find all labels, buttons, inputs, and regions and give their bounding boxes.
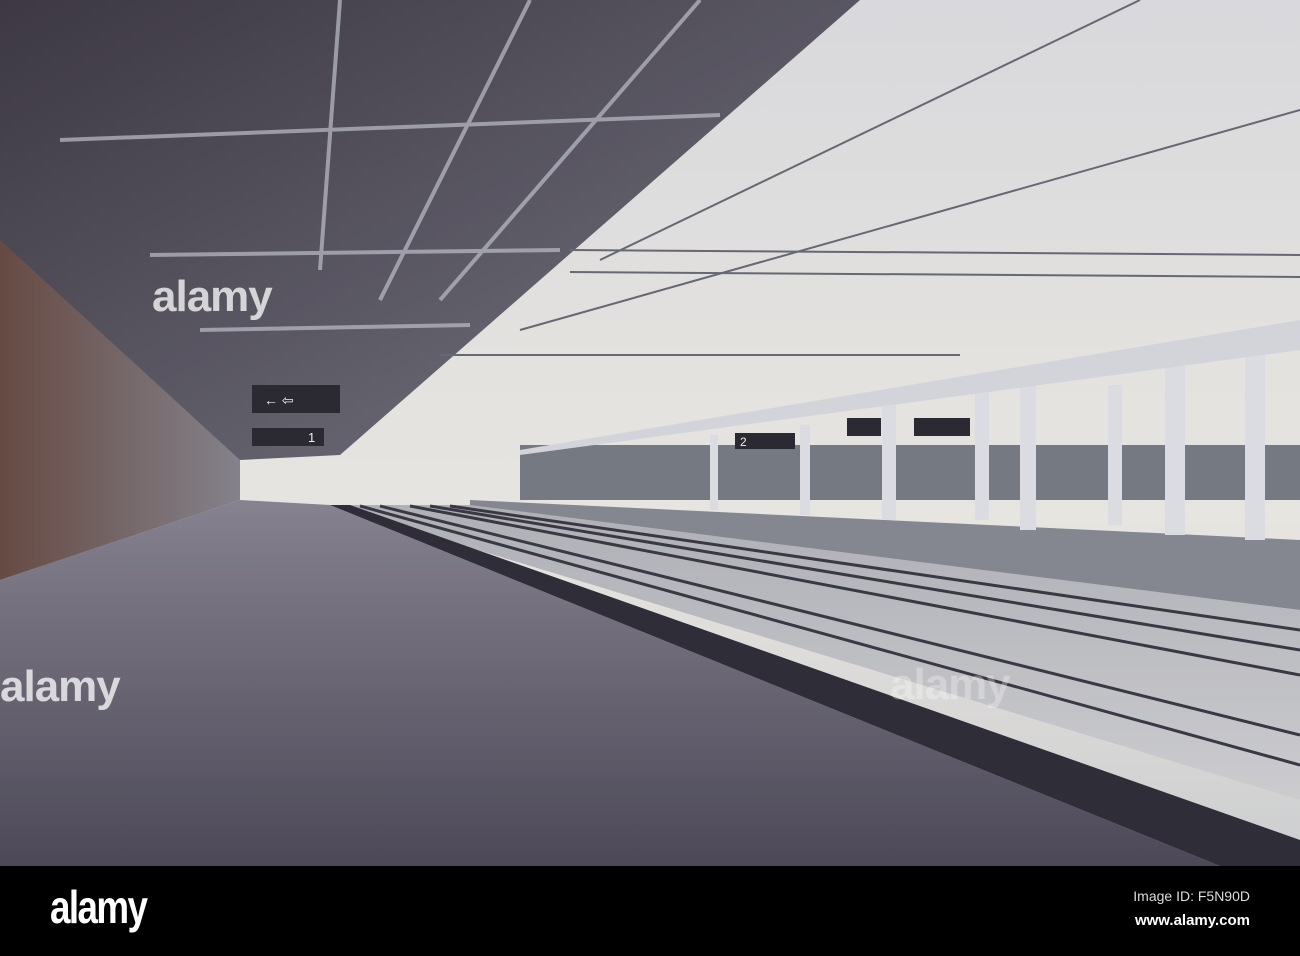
alamy-logo: alamy xyxy=(50,881,148,933)
watermark-alamy: alamy xyxy=(890,660,1011,709)
watermark-alamy: alamy xyxy=(0,662,121,711)
website-link: www.alamy.com xyxy=(1134,912,1250,929)
footer-bar: alamy Image ID: F5N90D www.alamy.com xyxy=(0,866,1300,956)
watermark-alamy: alamy xyxy=(152,272,273,321)
station-photo: ← ⇦ 1 2 xyxy=(0,0,1300,866)
image-id: Image ID: F5N90D xyxy=(1133,888,1250,904)
